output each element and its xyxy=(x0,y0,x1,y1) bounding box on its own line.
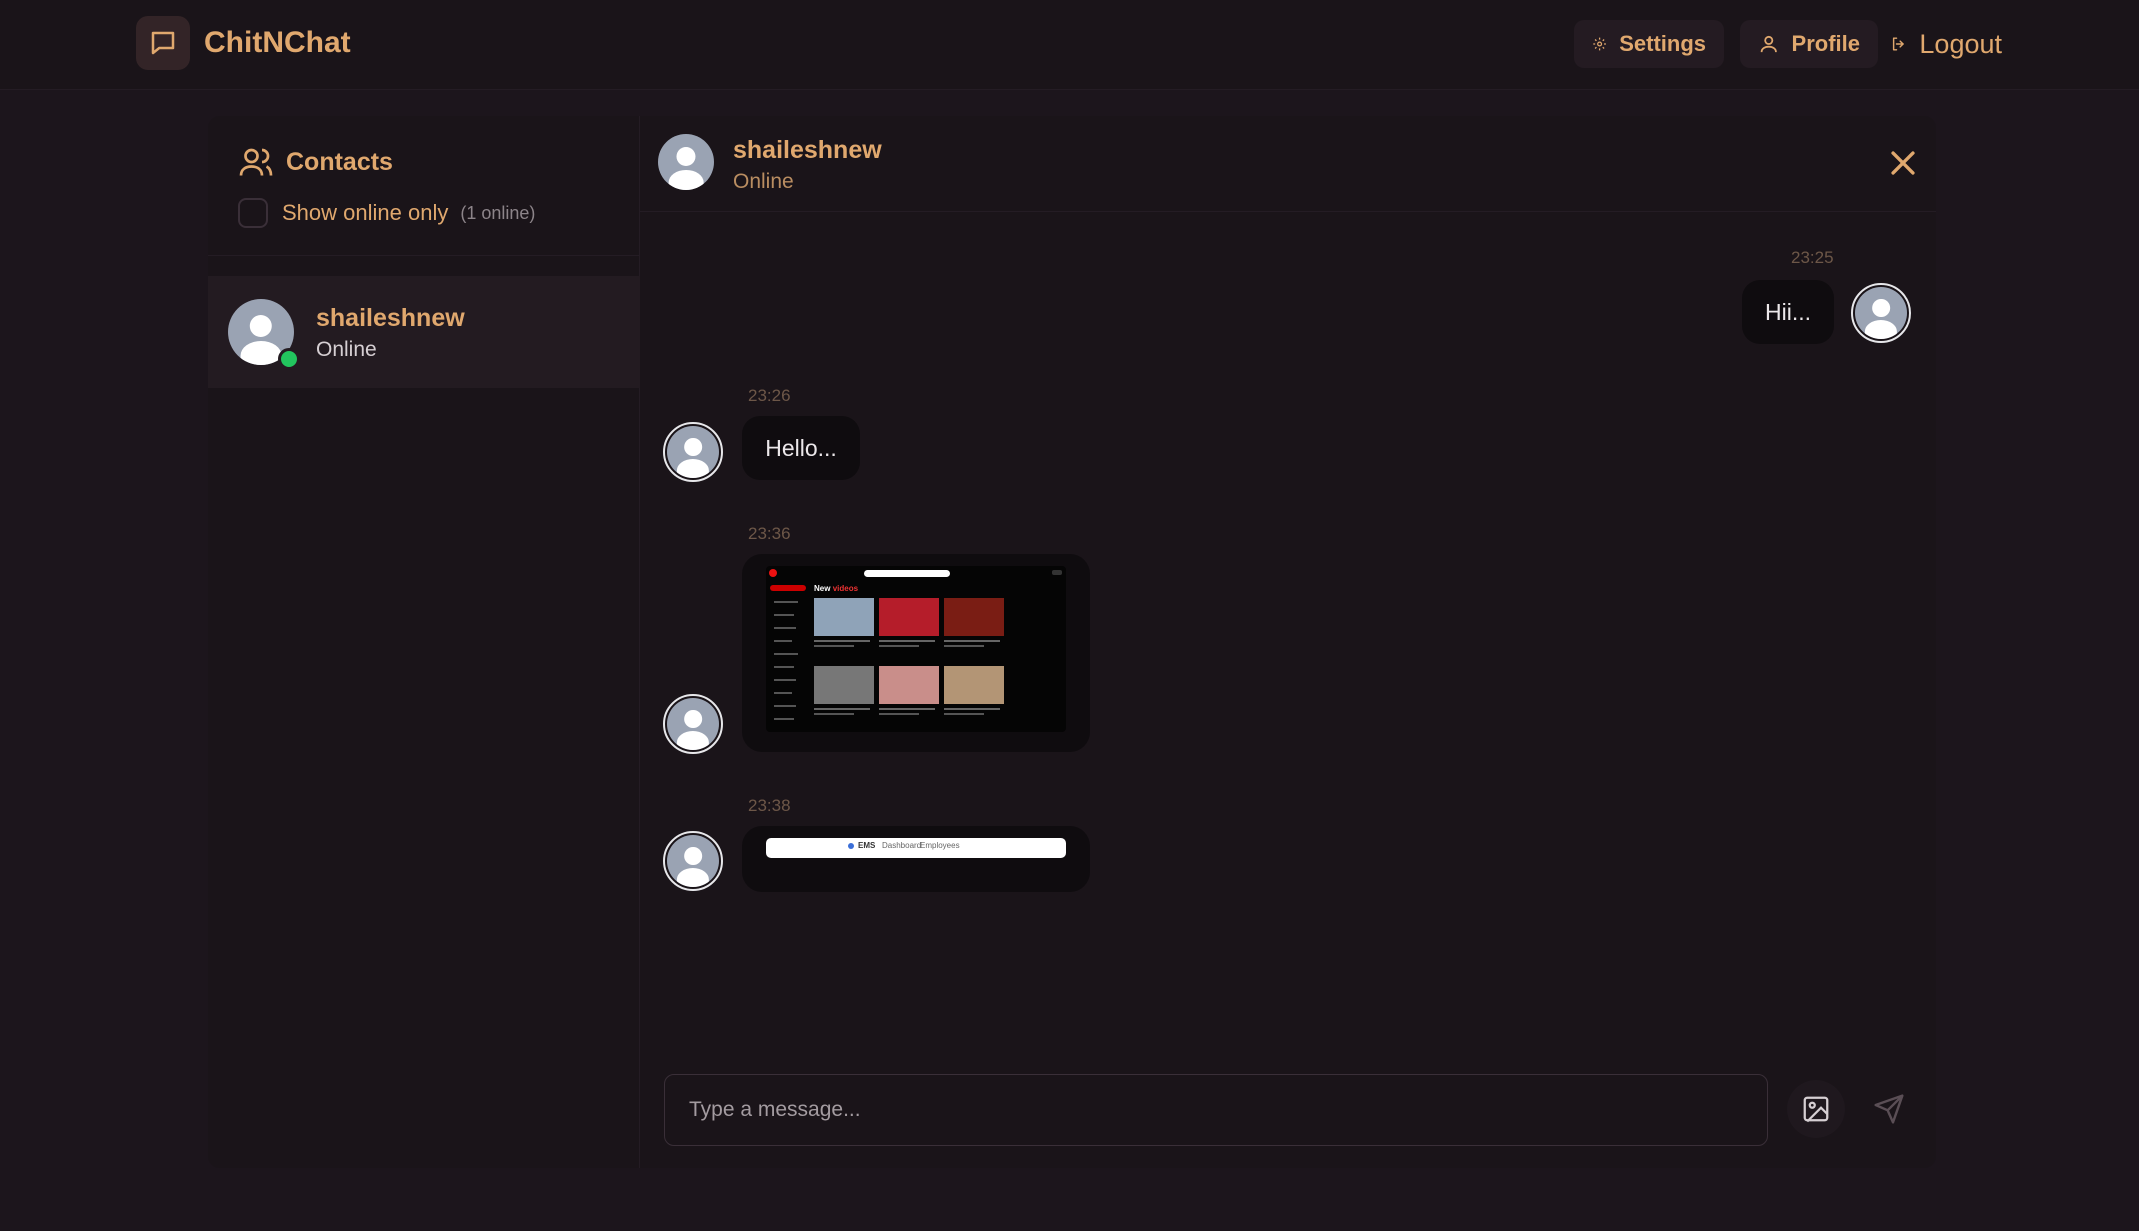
contacts-title-text: Contacts xyxy=(286,147,393,176)
message-time: 23:38 xyxy=(748,796,791,815)
close-icon[interactable] xyxy=(1886,146,1920,180)
image-attachment[interactable]: New videos xyxy=(766,566,1066,732)
chat-header: shaileshnew Online xyxy=(640,116,1936,212)
send-button[interactable] xyxy=(1860,1080,1918,1138)
avatar xyxy=(1851,283,1911,343)
image-message[interactable]: New videos xyxy=(742,554,1090,752)
image-attachment[interactable]: EMS Dashboard Employees xyxy=(766,838,1066,858)
chat-logo-icon[interactable] xyxy=(136,16,190,70)
message-composer xyxy=(664,1074,1768,1146)
screenshot-nav-employees: Employees xyxy=(920,841,960,850)
video-thumbnail xyxy=(814,666,874,704)
profile-button[interactable]: Profile xyxy=(1740,20,1878,68)
video-thumbnail xyxy=(814,598,874,636)
sidebar-item xyxy=(770,585,806,591)
avatar xyxy=(658,134,714,190)
logout-label: Logout xyxy=(1919,28,2002,59)
contact-item-shaileshnew[interactable]: shaileshnew Online xyxy=(208,276,640,388)
screenshot-nav-dashboard: Dashboard xyxy=(882,841,922,850)
screenshot-brand: EMS xyxy=(858,841,876,850)
logo-icon xyxy=(848,843,854,849)
online-only-label[interactable]: Show online only xyxy=(282,200,448,226)
online-count: (1 online) xyxy=(460,202,536,223)
app-logo-icon xyxy=(769,569,777,577)
logout-icon xyxy=(1892,37,1904,51)
contact-status: Online xyxy=(316,338,377,361)
message-time: 23:26 xyxy=(748,386,791,405)
online-filter[interactable]: Show online only (1 online) xyxy=(238,198,535,228)
gear-icon xyxy=(1593,37,1606,51)
contact-name: shaileshnew xyxy=(316,304,465,332)
send-icon xyxy=(1874,1094,1904,1124)
top-bar: ChitNChat Settings Profile Logout xyxy=(0,0,2139,90)
image-message[interactable]: EMS Dashboard Employees xyxy=(742,826,1090,892)
app-name[interactable]: ChitNChat xyxy=(204,26,351,60)
video-thumbnail xyxy=(944,598,1004,636)
chat-contact-status: Online xyxy=(733,170,794,193)
contacts-sidebar: Contacts Show online only (1 online) sha… xyxy=(208,116,640,1168)
profile-label: Profile xyxy=(1791,31,1860,56)
video-thumbnail xyxy=(879,598,939,636)
avatar xyxy=(663,422,723,482)
online-status-dot xyxy=(278,348,300,370)
attach-image-button[interactable] xyxy=(1787,1080,1845,1138)
video-thumbnail xyxy=(944,666,1004,704)
avatar xyxy=(663,694,723,754)
users-icon xyxy=(239,148,273,176)
avatar xyxy=(663,831,723,891)
video-thumbnail xyxy=(879,666,939,704)
online-only-checkbox[interactable] xyxy=(238,198,268,228)
contacts-title: Contacts xyxy=(238,144,393,180)
screenshot-heading: New videos xyxy=(814,584,859,593)
message-time: 23:25 xyxy=(1791,248,1834,267)
message-bubble: Hello... xyxy=(742,416,860,480)
settings-button[interactable]: Settings xyxy=(1574,20,1724,68)
settings-label: Settings xyxy=(1619,31,1706,56)
chat-contact-name: shaileshnew xyxy=(733,136,882,164)
message-input[interactable] xyxy=(689,1098,1767,1122)
message-bubble: Hii... xyxy=(1742,280,1834,344)
search-bar xyxy=(864,570,950,577)
sidebar-header: Contacts Show online only (1 online) xyxy=(208,116,640,256)
message-time: 23:36 xyxy=(748,524,791,543)
image-icon xyxy=(1803,1096,1829,1123)
user-icon xyxy=(1052,570,1062,575)
logout-button[interactable]: Logout xyxy=(1878,20,2014,68)
user-icon xyxy=(1760,35,1777,53)
